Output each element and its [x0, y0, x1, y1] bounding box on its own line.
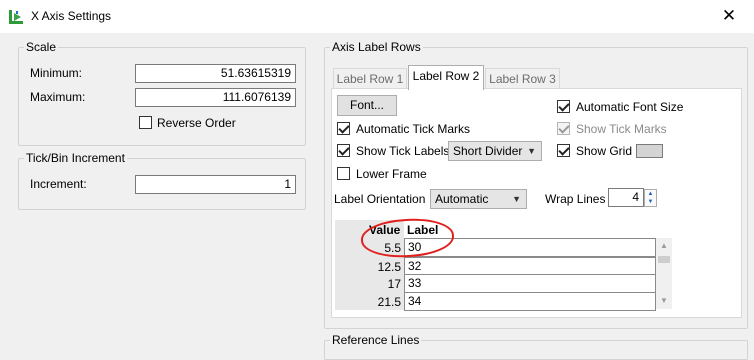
wrap-lines-spinner[interactable]: ▲ ▼ [644, 189, 657, 207]
tab-label-row-3[interactable]: Label Row 3 [485, 68, 560, 90]
chevron-down-icon: ▼ [527, 146, 536, 156]
jmp-axis-icon [9, 10, 23, 24]
chevron-down-icon: ▼ [512, 194, 521, 204]
wrap-lines-label: Wrap Lines [545, 192, 606, 206]
row-label-field[interactable]: 33 [404, 274, 656, 293]
maximum-field[interactable]: 111.6076139 [135, 88, 296, 107]
lower-frame-label: Lower Frame [356, 167, 427, 181]
reference-lines-title: Reference Lines [330, 333, 422, 347]
scroll-down-icon[interactable]: ▼ [656, 295, 672, 307]
minimum-field[interactable]: 51.63615319 [135, 64, 296, 83]
tick-label-style-dropdown[interactable]: Short Divider ▼ [448, 141, 542, 161]
scroll-thumb[interactable] [658, 256, 670, 263]
tab-label-row-1[interactable]: Label Row 1 [333, 68, 407, 90]
reference-lines-group: Reference Lines [324, 333, 748, 360]
show-tick-marks-checkbox[interactable] [557, 122, 570, 135]
font-button[interactable]: Font... [337, 95, 397, 116]
wrap-lines-field[interactable]: 4 [608, 188, 644, 207]
show-grid-checkbox[interactable] [557, 144, 570, 157]
automatic-font-size-checkbox[interactable] [557, 100, 570, 113]
row-value: 21.5 [377, 295, 401, 309]
maximum-label: Maximum: [30, 90, 86, 104]
label-orientation-label: Label Orientation [334, 192, 426, 206]
show-tick-labels-label: Show Tick Labels [356, 144, 450, 158]
spin-up-icon[interactable]: ▲ [645, 190, 656, 198]
scroll-up-icon[interactable]: ▲ [656, 240, 672, 252]
tab-label-row-2[interactable]: Label Row 2 [408, 65, 484, 90]
automatic-tick-marks-checkbox[interactable] [337, 122, 350, 135]
label-orientation-dropdown[interactable]: Automatic ▼ [430, 189, 527, 209]
automatic-tick-marks-label: Automatic Tick Marks [356, 122, 471, 136]
reverse-order-checkbox[interactable] [139, 116, 152, 129]
lower-frame-checkbox[interactable] [337, 167, 350, 180]
title-bar: X Axis Settings ✕ [0, 0, 754, 33]
tick-bin-group-title: Tick/Bin Increment [24, 151, 127, 165]
show-tick-marks-label: Show Tick Marks [576, 122, 667, 136]
automatic-font-size-label: Automatic Font Size [576, 100, 684, 114]
scale-group-title: Scale [24, 40, 59, 54]
increment-field[interactable]: 1 [135, 175, 296, 194]
show-tick-labels-checkbox[interactable] [337, 144, 350, 157]
spin-down-icon[interactable]: ▼ [645, 198, 656, 206]
minimum-label: Minimum: [30, 66, 83, 80]
increment-label: Increment: [30, 177, 87, 191]
row-label-field[interactable]: 34 [404, 292, 656, 311]
show-grid-label: Show Grid [576, 144, 633, 158]
close-button[interactable]: ✕ [704, 0, 754, 33]
grid-scrollbar[interactable]: ▲ ▼ [656, 238, 672, 309]
row-value: 17 [387, 277, 401, 291]
label-orientation-value: Automatic [435, 192, 489, 206]
tick-label-style-value: Short Divider [453, 144, 523, 158]
axis-label-rows-title: Axis Label Rows [330, 40, 423, 54]
window-title: X Axis Settings [31, 9, 112, 23]
row-value: 12.5 [377, 260, 401, 274]
reverse-order-label: Reverse Order [157, 116, 236, 130]
grid-color-swatch[interactable] [636, 144, 663, 158]
